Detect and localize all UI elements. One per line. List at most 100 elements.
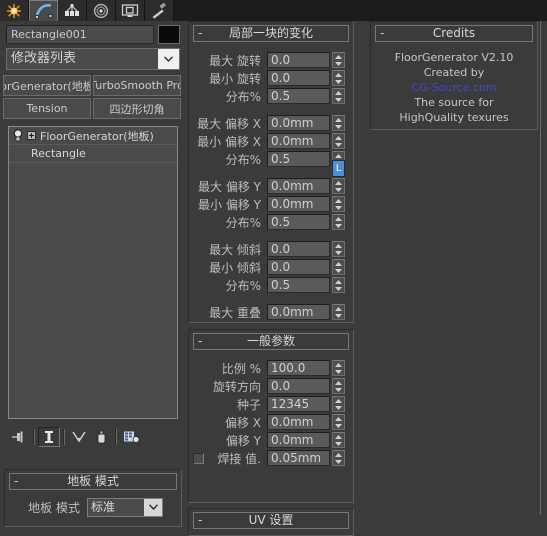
modifier-list-label: 修改器列表 [11,51,77,66]
min-offset-x-spinner[interactable] [332,133,345,149]
rollout-header-general-parameters[interactable]: - 一般参数 [193,333,349,350]
tab-create[interactable] [0,0,29,21]
spinner-up-icon [335,261,342,266]
max-tilt-spinner[interactable] [332,241,345,257]
rollout-collapse-icon[interactable]: - [14,474,18,489]
min-tilt-input[interactable]: 0.0 [267,259,330,275]
min-rotation-input[interactable]: 0.0 [267,70,330,86]
max-offset-y-input[interactable]: 0.0mm [267,178,330,194]
tab-motion[interactable] [87,0,116,21]
seed-spinner[interactable] [332,396,345,412]
spinner-up-icon [335,380,342,385]
rotation-direction-spinner[interactable] [332,378,345,394]
offset-x-distribution-input[interactable]: 0.5 [267,151,330,167]
modifier-button-quad-chamfer[interactable]: 四边形切角 [93,98,181,119]
tilt-distribution-input[interactable]: 0.5 [267,277,330,293]
max-offset-x-input[interactable]: 0.0mm [267,115,330,131]
configure-modifier-sets-icon[interactable] [120,427,142,447]
weld-value-checkbox[interactable] [193,452,204,464]
spinner-down-icon [335,369,342,374]
rollout-header-local-variations[interactable]: - 局部一块的变化 [193,25,349,42]
make-unique-glyph [72,431,86,443]
param-row-min-rotation: 最小 旋转 0.0 [189,69,353,87]
scale-percent-input[interactable]: 100.0 [267,360,330,376]
seed-input[interactable]: 12345 [267,396,330,412]
modifier-button-floorgenerator[interactable]: orGenerator(地板 [3,75,91,96]
param-row-max-tilt: 最大 倾斜 0.0 [189,240,353,258]
general-offset-y-spinner[interactable] [332,432,345,448]
modifier-stack-label: FloorGenerator(地板) [40,129,154,143]
rotation-distribution-spinner[interactable] [332,88,345,104]
max-overlap-spinner[interactable] [332,304,345,320]
modifier-list-arrow-button[interactable] [158,49,179,69]
rotation-direction-input[interactable]: 0.0 [267,378,330,394]
rollout-collapse-icon[interactable]: - [198,334,202,349]
min-offset-x-input[interactable]: 0.0mm [267,133,330,149]
rollout-collapse-icon[interactable]: - [380,26,384,41]
credits-website-link[interactable]: CG-Source.com [371,80,537,95]
spinner-up-icon [335,243,342,248]
expand-plus-icon[interactable] [27,131,36,140]
remove-modifier-icon[interactable] [90,427,112,447]
tab-hierarchy[interactable] [58,0,87,21]
general-offset-x-input[interactable]: 0.0mm [267,414,330,430]
rotation-distribution-input[interactable]: 0.5 [267,88,330,104]
general-offset-y-input[interactable]: 0.0mm [267,432,330,448]
tab-display[interactable] [116,0,145,21]
tab-utilities[interactable] [145,0,174,21]
tabbar-filler [174,0,547,21]
tab-modify[interactable] [29,0,58,21]
rollout-collapse-icon[interactable]: - [198,513,202,528]
offset-y-distribution-input[interactable]: 0.5 [267,214,330,230]
floor-mode-arrow-button[interactable] [144,498,162,516]
hammer-utilities-icon [152,2,166,19]
max-rotation-spinner[interactable] [332,52,345,68]
scale-percent-spinner[interactable] [332,360,345,376]
min-offset-y-spinner[interactable] [332,196,345,212]
offset-y-distribution-spinner[interactable] [332,214,345,230]
object-color-swatch[interactable] [158,25,180,44]
param-label: 最小 偏移 X [197,134,261,149]
pin-stack-icon[interactable] [8,427,30,447]
spinner-up-icon [335,434,342,439]
panel-scrollbar[interactable] [540,21,547,515]
spinner-up-icon [335,362,342,367]
modifier-stack-list[interactable]: FloorGenerator(地板) Rectangle [8,126,178,419]
general-offset-x-spinner[interactable] [332,414,345,430]
min-rotation-spinner[interactable] [332,70,345,86]
modifier-stack-row-floorgenerator[interactable]: FloorGenerator(地板) [9,127,177,145]
middle-column: - 局部一块的变化 最大 旋转 0.0 最小 旋转 0.0 分布% 0.5 最大… [188,21,364,536]
max-offset-y-spinner[interactable] [332,178,345,194]
spinner-up-icon [335,153,342,158]
link-xy-badge[interactable]: L [332,160,345,177]
max-overlap-input[interactable]: 0.0mm [267,304,330,320]
spinner-down-icon [335,223,342,228]
floor-mode-dropdown[interactable]: 标准 [87,497,163,517]
max-tilt-input[interactable]: 0.0 [267,241,330,257]
modifier-stack-row-rectangle[interactable]: Rectangle [9,145,177,163]
rollout-collapse-icon[interactable]: - [198,26,202,41]
modifier-button-tension[interactable]: Tension [3,98,91,119]
param-label: 种子 [236,397,261,412]
tilt-distribution-spinner[interactable] [332,277,345,293]
rollout-header-credits[interactable]: - Credits [375,25,533,42]
min-offset-y-input[interactable]: 0.0mm [267,196,330,212]
max-rotation-input[interactable]: 0.0 [267,52,330,68]
max-offset-x-spinner[interactable] [332,115,345,131]
make-unique-icon[interactable] [68,427,90,447]
show-end-result-icon[interactable] [38,427,60,447]
rollout-header-floor-mode[interactable]: - 地板 模式 [9,473,177,490]
modifier-button-turbosmooth-pro[interactable]: TurboSmooth Pro [93,75,181,96]
chevron-down-icon [164,56,173,62]
min-tilt-spinner[interactable] [332,259,345,275]
param-label: 最大 偏移 X [197,116,261,131]
spinner-up-icon [335,198,342,203]
object-name-input[interactable]: Rectangle001 [6,25,154,44]
weld-value-spinner[interactable] [332,450,345,466]
lightbulb-icon[interactable] [12,129,24,142]
weld-value-input[interactable]: 0.05mm [267,450,330,466]
modifier-list-dropdown[interactable]: 修改器列表 [6,48,180,70]
